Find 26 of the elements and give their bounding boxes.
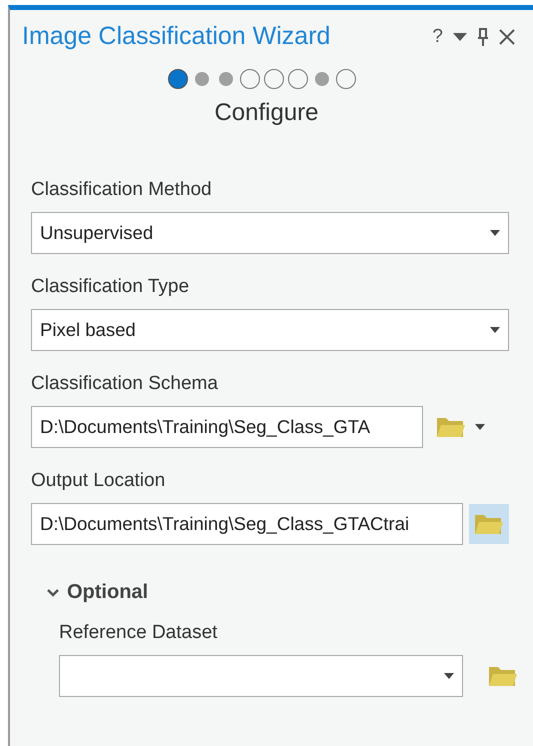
help-button[interactable]: ? <box>432 26 443 48</box>
page-title: Configure <box>213 99 320 127</box>
field-label: Classification Method <box>31 179 213 201</box>
window-title: Image Classification Wizard <box>22 22 332 51</box>
caret-icon <box>475 424 485 430</box>
dropdown-field[interactable]: Pixel based <box>31 309 509 351</box>
caret-icon <box>490 230 500 236</box>
dropdown-icon[interactable] <box>453 32 467 40</box>
input-field[interactable]: D:\Documents\Training\Seg_Class_GTACtrai <box>31 503 463 545</box>
field-label: Output Location <box>31 470 166 492</box>
folder-icon <box>436 415 466 439</box>
input-field[interactable]: D:\Documents\Training\Seg_Class_GTA <box>31 406 423 448</box>
dropdown-field[interactable] <box>59 655 463 697</box>
caret-icon <box>490 327 500 333</box>
folder-icon <box>474 512 504 536</box>
folder-icon <box>488 664 518 688</box>
chevron-icon <box>47 588 59 596</box>
field-label: Classification Type <box>31 276 190 298</box>
caret-icon <box>444 673 454 679</box>
dropdown-field[interactable]: Unsupervised <box>31 212 509 254</box>
section-toggle[interactable]: Optional <box>31 581 533 604</box>
field-label: Classification Schema <box>31 373 219 395</box>
pin-icon[interactable] <box>477 28 489 46</box>
close-icon[interactable] <box>499 28 515 44</box>
dropdown-button[interactable] <box>475 424 485 430</box>
field-label: Reference Dataset <box>59 622 218 644</box>
